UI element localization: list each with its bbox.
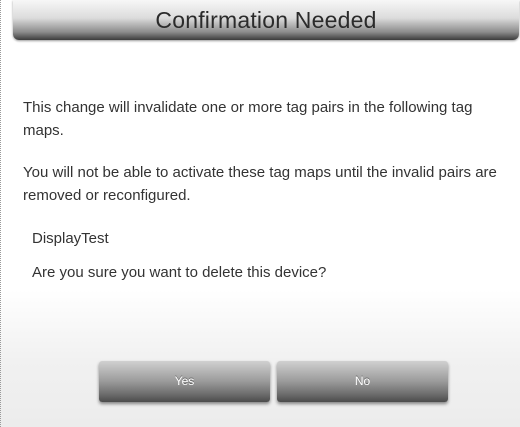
no-button[interactable]: No (277, 361, 448, 402)
yes-button[interactable]: Yes (99, 361, 270, 402)
confirmation-dialog: Confirmation Needed This change will inv… (0, 0, 520, 427)
message-invalidate: This change will invalidate one or more … (23, 99, 473, 139)
dialog-titlebar: Confirmation Needed (13, 0, 519, 40)
delete-question: Are you sure you want to delete this dev… (32, 264, 327, 281)
dialog-title: Confirmation Needed (155, 7, 377, 33)
message-activation-warning: You will not be able to activate these t… (23, 164, 497, 204)
tag-map-name: DisplayTest (32, 230, 109, 247)
